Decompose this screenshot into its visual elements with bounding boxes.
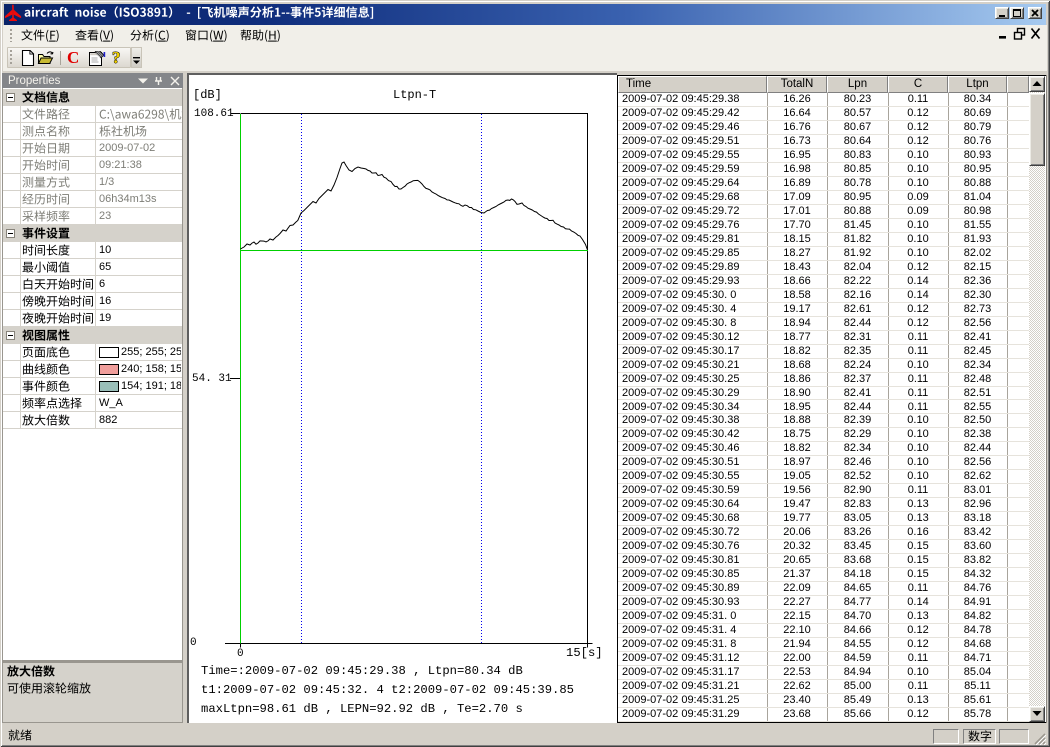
svg-text:?: ?	[112, 48, 121, 67]
